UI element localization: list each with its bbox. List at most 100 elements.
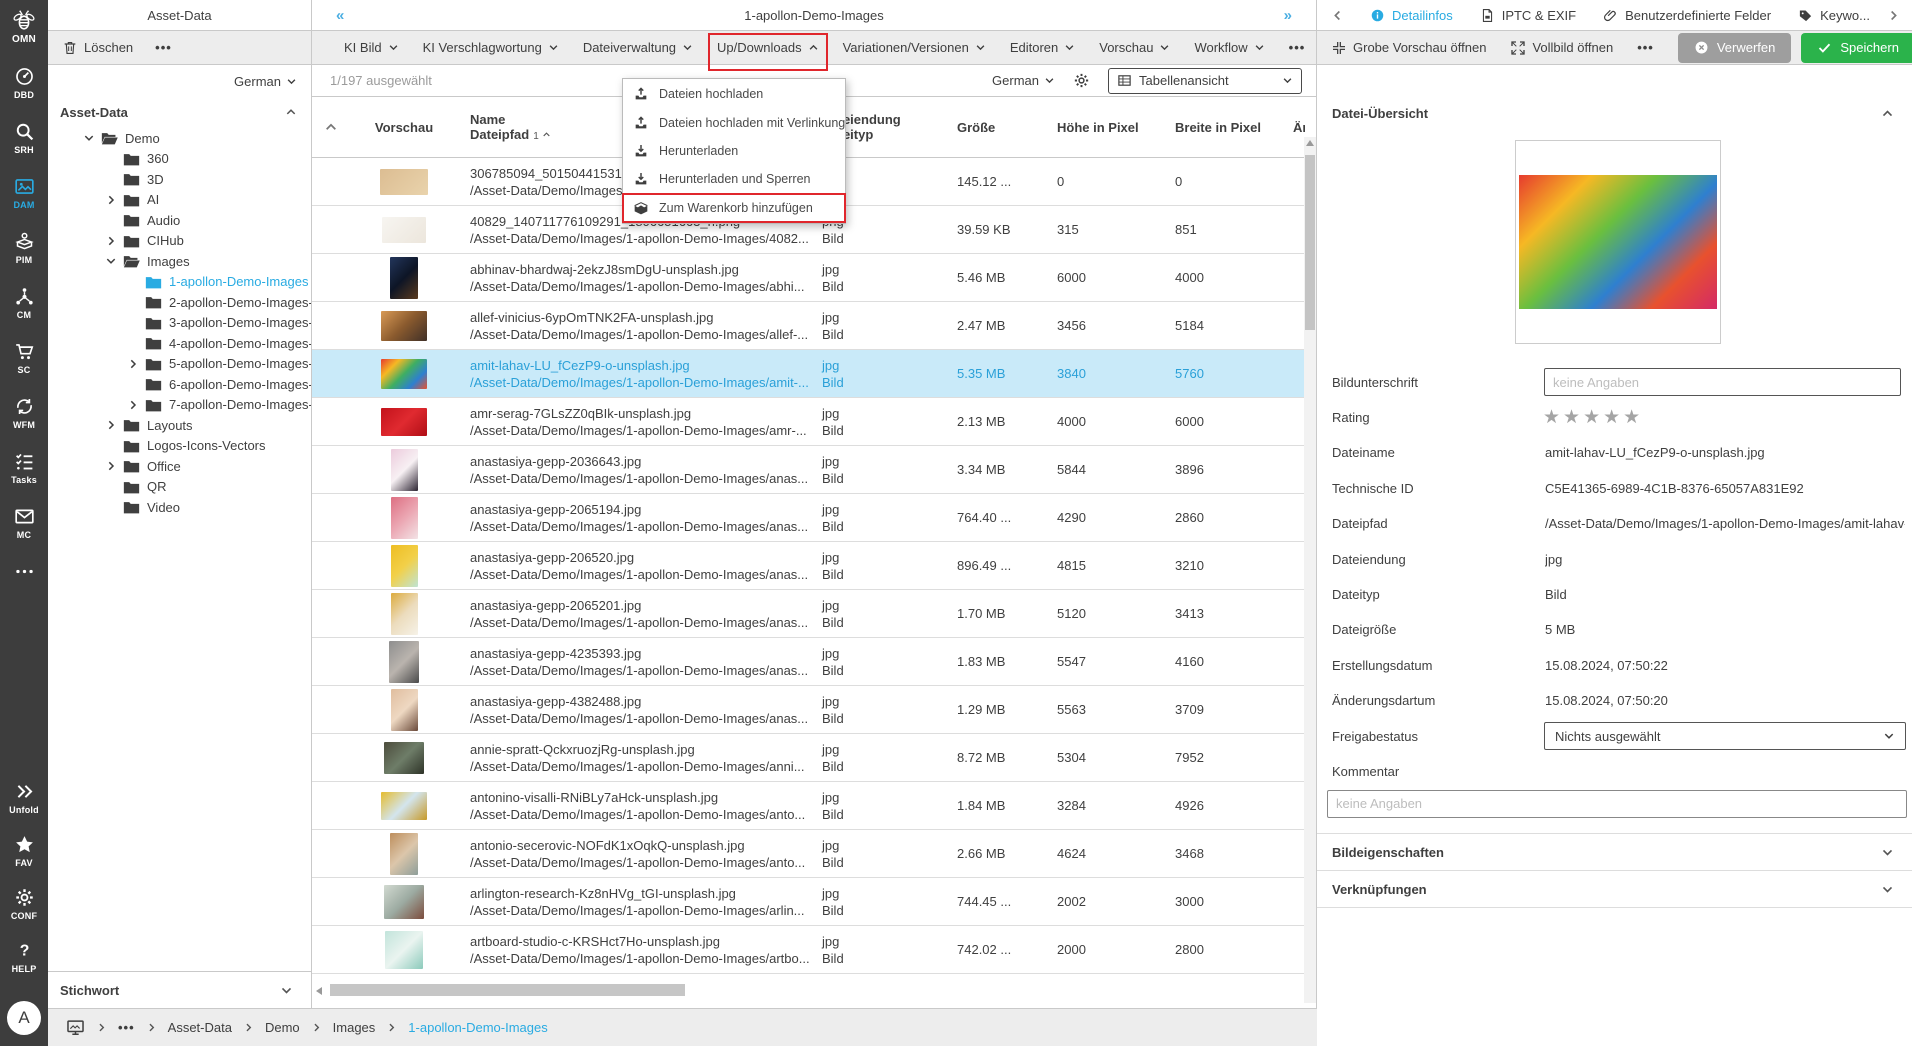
collapse-tree-icon[interactable] bbox=[285, 106, 297, 118]
table-row-antonio-secerovic-nofdk1xoqkq-unsplash-jpg[interactable]: antonio-secerovic-NOFdK1xOqkQ-unsplash.j… bbox=[312, 830, 1305, 878]
tree-item-video[interactable]: Video bbox=[48, 497, 311, 518]
scroll-left-arrow[interactable] bbox=[316, 987, 322, 995]
collapse-rows-icon[interactable] bbox=[324, 120, 338, 134]
gear-icon[interactable] bbox=[1073, 72, 1090, 89]
left-more-button[interactable]: ••• bbox=[155, 40, 172, 55]
rail-item-dbd[interactable]: DBD bbox=[0, 66, 48, 100]
preview-card[interactable] bbox=[1515, 140, 1721, 344]
tree-item-cihub[interactable]: CIHub bbox=[48, 231, 311, 252]
menu-item-herunterladen-und-sperren[interactable]: Herunterladen und Sperren bbox=[623, 165, 845, 193]
table-row-antonino-visalli-rnibly7ahck-unsplash-jpg[interactable]: antonino-visalli-RNiBLy7aHck-unsplash.jp… bbox=[312, 782, 1305, 830]
field-input-bildunterschrift[interactable] bbox=[1544, 368, 1901, 396]
toolbar-button-dateiverwaltung[interactable]: Dateiverwaltung bbox=[583, 40, 693, 55]
column-header-breite[interactable]: Breite in Pixel bbox=[1163, 120, 1281, 135]
tree-item-qr[interactable]: QR bbox=[48, 477, 311, 498]
collapse-left-panel-icon[interactable]: « bbox=[336, 7, 344, 24]
rail-item-srh[interactable]: SRH bbox=[0, 121, 48, 155]
section-bildeigenschaften[interactable]: Bildeigenschaften bbox=[1317, 833, 1912, 870]
breadcrumb-asset-data[interactable]: Asset-Data bbox=[168, 1020, 232, 1035]
tree-item-ai[interactable]: AI bbox=[48, 190, 311, 211]
collapse-right-panel-icon[interactable]: » bbox=[1284, 7, 1292, 24]
toolbar-button-workflow[interactable]: Workflow bbox=[1194, 40, 1264, 55]
table-row-annie-spratt-qckxruozjrg-unsplash-jpg[interactable]: annie-spratt-QckxruozjRg-unsplash.jpg /A… bbox=[312, 734, 1305, 782]
menu-item-zum-warenkorb-hinzufügen[interactable]: Zum Warenkorb hinzufügen bbox=[622, 192, 846, 223]
tree-item-layouts[interactable]: Layouts bbox=[48, 415, 311, 436]
section-verknüpfungen[interactable]: Verknüpfungen bbox=[1317, 870, 1912, 907]
rail-item-cm[interactable]: CM bbox=[0, 286, 48, 320]
rail-item-more[interactable] bbox=[0, 561, 48, 585]
rail-item-help[interactable]: ? HELP bbox=[0, 940, 48, 974]
table-row-amr-serag-7glszz0qbik-unsplash-jpg[interactable]: amr-serag-7GLsZZ0qBIk-unsplash.jpg /Asse… bbox=[312, 398, 1305, 446]
breadcrumb-images[interactable]: Images bbox=[333, 1020, 376, 1035]
tabs-scroll-right-icon[interactable] bbox=[1887, 9, 1900, 22]
table-row-amit-lahav-lu-fcezp9-o-unsplash-jpg[interactable]: amit-lahav-LU_fCezP9-o-unsplash.jpg /Ass… bbox=[312, 350, 1305, 398]
tree-item-3d[interactable]: 3D bbox=[48, 169, 311, 190]
toolbar-button-variationen-versionen[interactable]: Variationen/Versionen bbox=[843, 40, 986, 55]
tabs-scroll-left-icon[interactable] bbox=[1331, 9, 1344, 22]
table-row-anastasiya-gepp-4235393-jpg[interactable]: anastasiya-gepp-4235393.jpg /Asset-Data/… bbox=[312, 638, 1305, 686]
rail-item-sc[interactable]: SC bbox=[0, 341, 48, 375]
scroll-up-arrow[interactable] bbox=[1306, 140, 1314, 146]
rail-item-fav[interactable]: FAV bbox=[0, 834, 48, 868]
table-row-anastasiya-gepp-2065201-jpg[interactable]: anastasiya-gepp-2065201.jpg /Asset-Data/… bbox=[312, 590, 1305, 638]
tree-item-5-apollon-demo-images-va[interactable]: 5-apollon-Demo-Images-Va bbox=[48, 354, 311, 375]
horizontal-scrollbar[interactable] bbox=[312, 981, 1305, 1001]
tree-item-6-apollon-demo-images-ve[interactable]: 6-apollon-Demo-Images-Ve bbox=[48, 374, 311, 395]
toolbar-button-vorschau[interactable]: Vorschau bbox=[1099, 40, 1170, 55]
toolbar-more-button[interactable]: ••• bbox=[1289, 40, 1306, 55]
avatar[interactable]: A bbox=[7, 1001, 41, 1035]
rail-item-tasks[interactable]: Tasks bbox=[0, 451, 48, 485]
tree-item-1-apollon-demo-images[interactable]: 1-apollon-Demo-Images bbox=[48, 272, 311, 293]
save-button[interactable]: Speichern bbox=[1801, 32, 1912, 63]
tree-item-logos-icons-vectors[interactable]: Logos-Icons-Vectors bbox=[48, 436, 311, 457]
rail-item-unfold[interactable]: Unfold bbox=[0, 781, 48, 815]
rail-item-conf[interactable]: CONF bbox=[0, 887, 48, 921]
table-row-anastasiya-gepp-206520-jpg[interactable]: anastasiya-gepp-206520.jpg /Asset-Data/D… bbox=[312, 542, 1305, 590]
toolbar-button-ki-verschlagwortung[interactable]: KI Verschlagwortung bbox=[423, 40, 559, 55]
rail-item-pim[interactable]: PIM bbox=[0, 231, 48, 265]
tree-item-4-apollon-demo-images-lic[interactable]: 4-apollon-Demo-Images-Lic bbox=[48, 333, 311, 354]
field-select-freigabestatus[interactable]: Nichts ausgewählt bbox=[1544, 722, 1906, 750]
tab-iptc-exif[interactable]: IPTC & EXIF bbox=[1480, 8, 1576, 23]
toolbar-button-editoren[interactable]: Editoren bbox=[1010, 40, 1075, 55]
rail-item-mc[interactable]: MC bbox=[0, 506, 48, 540]
toolbar-button-up-downloads[interactable]: Up/Downloads bbox=[708, 33, 828, 71]
breadcrumb-demo[interactable]: Demo bbox=[265, 1020, 300, 1035]
omn-logo[interactable]: OMN bbox=[0, 0, 48, 45]
table-row-allef-vinicius-6ypomtnk2fa-unsplash-jpg[interactable]: allef-vinicius-6ypOmTNK2FA-unsplash.jpg … bbox=[312, 302, 1305, 350]
detail-more-button[interactable]: ••• bbox=[1637, 40, 1654, 55]
breadcrumb-current[interactable]: 1-apollon-Demo-Images bbox=[408, 1020, 547, 1035]
vertical-scroll-thumb[interactable] bbox=[1305, 155, 1315, 330]
left-language-select[interactable]: German bbox=[234, 74, 297, 89]
menu-item-herunterladen[interactable]: Herunterladen bbox=[623, 137, 845, 165]
table-row-anastasiya-gepp-2065194-jpg[interactable]: anastasiya-gepp-2065194.jpg /Asset-Data/… bbox=[312, 494, 1305, 542]
tree-item-office[interactable]: Office bbox=[48, 456, 311, 477]
tree-item-3-apollon-demo-images-ps[interactable]: 3-apollon-Demo-Images-PS bbox=[48, 313, 311, 334]
discard-button[interactable]: Verwerfen bbox=[1677, 32, 1792, 63]
tree-item-images[interactable]: Images bbox=[48, 251, 311, 272]
comment-textarea[interactable] bbox=[1327, 790, 1907, 818]
rail-item-dam[interactable]: DAM bbox=[0, 176, 48, 210]
column-header-groesse[interactable]: Größe bbox=[945, 120, 1045, 135]
rating-stars[interactable]: ★★★★★ bbox=[1543, 406, 1643, 429]
tree-item-demo[interactable]: Demo bbox=[48, 128, 311, 149]
column-header-aend[interactable]: Änd bbox=[1281, 120, 1305, 135]
menu-item-dateien-hochladen[interactable]: Dateien hochladen bbox=[623, 80, 845, 108]
vertical-scrollbar[interactable] bbox=[1304, 137, 1316, 1003]
tree-item-7-apollon-demo-images-du[interactable]: 7-apollon-Demo-Images-Du bbox=[48, 395, 311, 416]
table-row-anastasiya-gepp-2036643-jpg[interactable]: anastasiya-gepp-2036643.jpg /Asset-Data/… bbox=[312, 446, 1305, 494]
view-mode-select[interactable]: Tabellenansicht bbox=[1108, 67, 1302, 94]
keyword-section[interactable]: Stichwort bbox=[48, 971, 311, 1008]
tab-benutzerdefinierte-felder[interactable]: Benutzerdefinierte Felder bbox=[1603, 8, 1771, 23]
breadcrumb-more[interactable]: ••• bbox=[118, 1020, 135, 1035]
tree-item-audio[interactable]: Audio bbox=[48, 210, 311, 231]
delete-button[interactable]: Löschen bbox=[62, 40, 133, 56]
tree-item-2-apollon-demo-images-pa[interactable]: 2-apollon-Demo-Images-Pa bbox=[48, 292, 311, 313]
action-grobe-vorschau-öffnen[interactable]: Grobe Vorschau öffnen bbox=[1331, 40, 1486, 56]
center-language-select[interactable]: German bbox=[992, 73, 1055, 88]
horizontal-scroll-thumb[interactable] bbox=[330, 984, 685, 996]
toolbar-button-ki-bild[interactable]: KI Bild bbox=[344, 40, 399, 55]
tab-detailinfos[interactable]: Detailinfos bbox=[1370, 8, 1453, 23]
tab-keywo[interactable]: Keywo... bbox=[1798, 8, 1870, 23]
table-row-anastasiya-gepp-4382488-jpg[interactable]: anastasiya-gepp-4382488.jpg /Asset-Data/… bbox=[312, 686, 1305, 734]
